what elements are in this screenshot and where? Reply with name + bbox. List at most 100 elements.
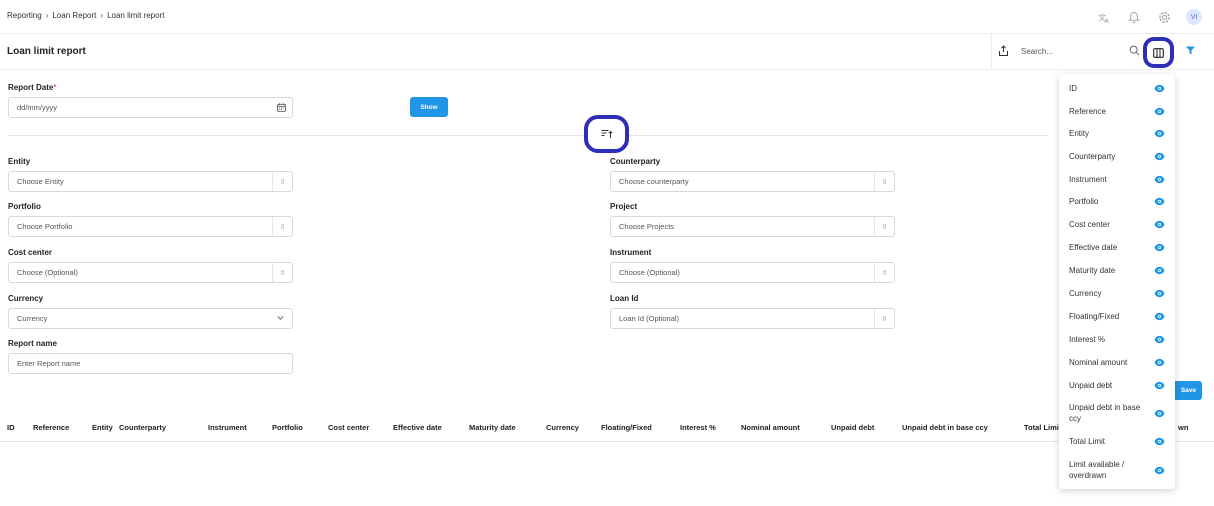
menu-item-label: Floating/Fixed bbox=[1069, 312, 1120, 321]
menu-item-limit-available[interactable]: Limit available / overdrawn bbox=[1059, 454, 1175, 486]
eye-icon[interactable] bbox=[1154, 266, 1165, 275]
menu-item-label: Effective date bbox=[1069, 243, 1118, 252]
menu-item-portfolio[interactable]: Portfolio bbox=[1059, 190, 1175, 213]
breadcrumb-item-loan-report[interactable]: Loan Report bbox=[52, 11, 96, 20]
menu-item-currency[interactable]: Currency bbox=[1059, 282, 1175, 305]
report-name-input[interactable]: Enter Report name bbox=[8, 353, 293, 374]
menu-item-label: Instrument bbox=[1069, 174, 1107, 184]
column-header-unpaid-debt[interactable]: Unpaid debt bbox=[831, 423, 874, 432]
menu-item-interest[interactable]: Interest % bbox=[1059, 328, 1175, 351]
column-visibility-menu: ID Reference Entity Counterparty Instrum… bbox=[1059, 74, 1175, 489]
cost-center-select[interactable]: Choose (Optional) ⇳ bbox=[8, 262, 293, 283]
column-header-total-limit[interactable]: Total Limit bbox=[1024, 423, 1061, 432]
collapse-filters-button[interactable] bbox=[584, 115, 629, 153]
eye-icon[interactable] bbox=[1154, 437, 1165, 446]
cost-center-label: Cost center bbox=[8, 248, 53, 257]
column-header-instrument[interactable]: Instrument bbox=[208, 423, 247, 432]
breadcrumb: Reporting › Loan Report › Loan limit rep… bbox=[7, 11, 164, 20]
eye-icon[interactable] bbox=[1154, 197, 1165, 206]
filter-icon[interactable] bbox=[1186, 46, 1195, 57]
eye-icon[interactable] bbox=[1154, 243, 1165, 252]
bell-icon[interactable] bbox=[1126, 9, 1142, 25]
columns-toggle-button[interactable] bbox=[1143, 37, 1174, 68]
menu-item-label: Unpaid debt bbox=[1069, 380, 1113, 390]
eye-icon[interactable] bbox=[1154, 289, 1165, 298]
eye-icon[interactable] bbox=[1154, 152, 1165, 161]
eye-icon[interactable] bbox=[1154, 381, 1165, 390]
translate-icon[interactable]: 文A bbox=[1096, 9, 1112, 25]
eye-icon[interactable] bbox=[1154, 84, 1165, 93]
avatar[interactable]: VI bbox=[1186, 9, 1202, 25]
eye-icon[interactable] bbox=[1154, 107, 1165, 116]
eye-icon[interactable] bbox=[1154, 335, 1165, 344]
calendar-icon[interactable] bbox=[277, 103, 286, 114]
menu-item-floating-fixed[interactable]: Floating/Fixed bbox=[1059, 305, 1175, 328]
breadcrumb-item-reporting[interactable]: Reporting bbox=[7, 11, 42, 20]
breadcrumb-item-current: Loan limit report bbox=[107, 11, 165, 20]
eye-icon[interactable] bbox=[1154, 129, 1165, 138]
share-icon[interactable] bbox=[998, 45, 1009, 59]
column-header-effective-date[interactable]: Effective date bbox=[393, 423, 442, 432]
eye-icon[interactable] bbox=[1154, 312, 1165, 321]
column-header-floating-fixed[interactable]: Floating/Fixed bbox=[601, 423, 652, 432]
report-name-placeholder: Enter Report name bbox=[17, 359, 81, 368]
loan-id-select[interactable]: Loan Id (Optional) ⇳ bbox=[610, 308, 895, 329]
column-header-entity[interactable]: Entity bbox=[92, 423, 113, 432]
column-header-cost-center[interactable]: Cost center bbox=[328, 423, 369, 432]
show-button[interactable]: Show bbox=[410, 97, 448, 117]
eye-icon[interactable] bbox=[1154, 466, 1165, 475]
project-select[interactable]: Choose Projects ⇳ bbox=[610, 216, 895, 237]
updown-icon: ⇳ bbox=[874, 309, 894, 328]
search-icon[interactable] bbox=[1129, 45, 1140, 58]
menu-item-cost-center[interactable]: Cost center bbox=[1059, 213, 1175, 236]
chevron-right-icon: › bbox=[100, 11, 104, 20]
menu-item-nominal-amount[interactable]: Nominal amount bbox=[1059, 351, 1175, 374]
eye-icon[interactable] bbox=[1154, 358, 1165, 367]
portfolio-label: Portfolio bbox=[8, 202, 41, 211]
gear-icon[interactable] bbox=[1156, 9, 1172, 25]
menu-item-entity[interactable]: Entity bbox=[1059, 122, 1175, 145]
report-date-placeholder: dd/mm/yyyy bbox=[17, 103, 58, 112]
column-header-currency[interactable]: Currency bbox=[546, 423, 579, 432]
menu-item-counterparty[interactable]: Counterparty bbox=[1059, 145, 1175, 168]
menu-item-effective-date[interactable]: Effective date bbox=[1059, 236, 1175, 259]
column-header-id[interactable]: ID bbox=[7, 423, 15, 432]
updown-icon: ⇳ bbox=[272, 263, 292, 282]
menu-item-label: Interest % bbox=[1069, 335, 1106, 344]
portfolio-placeholder: Choose Portfolio bbox=[17, 222, 73, 231]
menu-item-label: Total Limit bbox=[1069, 436, 1106, 446]
currency-select[interactable]: Currency bbox=[8, 308, 293, 329]
eye-icon[interactable] bbox=[1154, 175, 1165, 184]
top-bar: Reporting › Loan Report › Loan limit rep… bbox=[0, 0, 1214, 34]
menu-item-total-limit[interactable]: Total Limit bbox=[1059, 430, 1175, 452]
menu-item-label: Nominal amount bbox=[1069, 358, 1128, 367]
column-header-portfolio[interactable]: Portfolio bbox=[272, 423, 303, 432]
column-header-interest[interactable]: Interest % bbox=[680, 423, 716, 432]
menu-item-unpaid-debt[interactable]: Unpaid debt bbox=[1059, 374, 1175, 396]
column-header-unpaid-debt-base-ccy[interactable]: Unpaid debt in base ccy bbox=[902, 423, 988, 432]
menu-item-instrument[interactable]: Instrument bbox=[1059, 168, 1175, 190]
menu-item-label: Unpaid debt in base ccy bbox=[1069, 403, 1141, 423]
column-header-counterparty[interactable]: Counterparty bbox=[119, 423, 166, 432]
counterparty-select[interactable]: Choose counterparty ⇳ bbox=[610, 171, 895, 192]
entity-select[interactable]: Choose Entity ⇳ bbox=[8, 171, 293, 192]
project-placeholder: Choose Projects bbox=[619, 222, 675, 231]
menu-item-maturity-date[interactable]: Maturity date bbox=[1059, 259, 1175, 282]
menu-item-id[interactable]: ID bbox=[1059, 77, 1175, 100]
portfolio-select[interactable]: Choose Portfolio ⇳ bbox=[8, 216, 293, 237]
menu-item-label: Cost center bbox=[1069, 220, 1110, 229]
eye-icon[interactable] bbox=[1154, 409, 1165, 418]
column-header-nominal-amount[interactable]: Nominal amount bbox=[741, 423, 800, 432]
column-header-maturity-date[interactable]: Maturity date bbox=[469, 423, 516, 432]
menu-item-unpaid-debt-base-ccy[interactable]: Unpaid debt in base ccy bbox=[1059, 396, 1175, 430]
table-header: ID Reference Entity Counterparty Instrum… bbox=[0, 413, 1214, 442]
menu-item-reference[interactable]: Reference bbox=[1059, 100, 1175, 122]
column-header-reference[interactable]: Reference bbox=[33, 423, 69, 432]
instrument-placeholder: Choose (Optional) bbox=[619, 268, 680, 277]
instrument-select[interactable]: Choose (Optional) ⇳ bbox=[610, 262, 895, 283]
eye-icon[interactable] bbox=[1154, 220, 1165, 229]
column-header-limit-available[interactable]: wn bbox=[1178, 423, 1188, 432]
search-input[interactable]: Search... bbox=[1021, 47, 1053, 56]
report-date-field[interactable]: dd/mm/yyyy bbox=[8, 97, 293, 118]
menu-item-label: Entity bbox=[1069, 129, 1090, 138]
